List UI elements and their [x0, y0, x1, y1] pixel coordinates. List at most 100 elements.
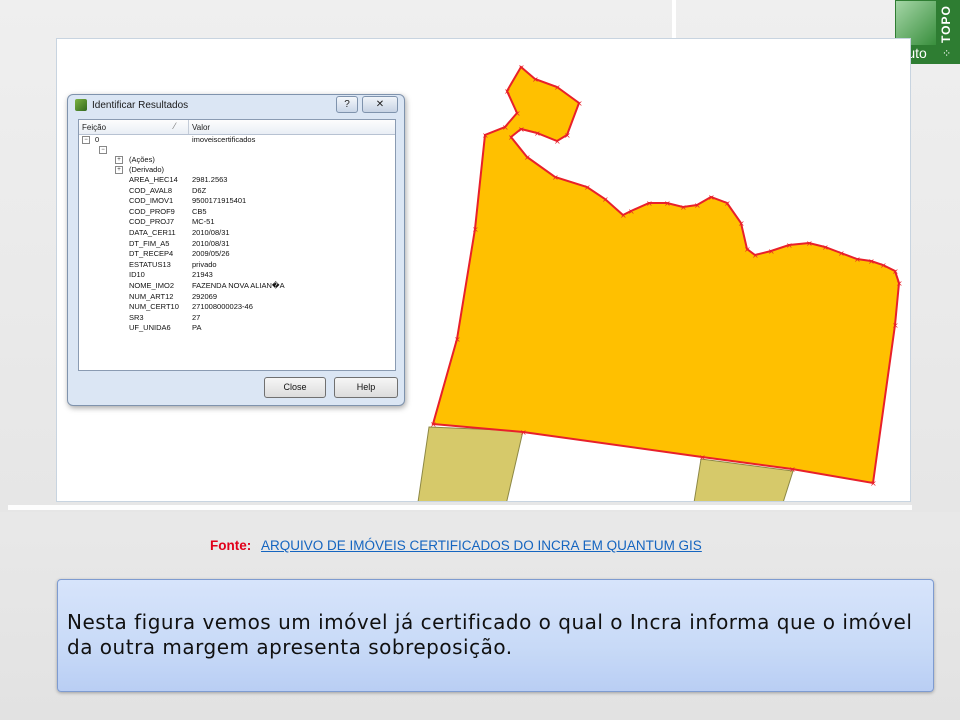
vertex-marker-icon: × [752, 251, 759, 260]
attribute-key: DATA_CER11 [129, 228, 176, 237]
tree-row-feature[interactable]: − [79, 145, 395, 155]
attribute-key: ESTATUS13 [129, 259, 171, 269]
vertex-marker-icon: × [896, 279, 903, 288]
collapse-icon[interactable]: − [99, 146, 107, 154]
vertex-marker-icon: × [870, 479, 877, 488]
tree-row-derived[interactable]: + (Derivado) [79, 165, 395, 175]
vertex-marker-icon: × [524, 153, 531, 162]
attribute-row[interactable]: DT_FIM_A5 2010/08/31 [79, 239, 395, 249]
attribute-row[interactable]: ESTATUS13 privado [79, 260, 395, 270]
attribute-row[interactable]: DATA_CER11 2010/08/31 [79, 228, 395, 238]
vertex-marker-icon: × [724, 199, 731, 208]
source-caption: Fonte: ARQUIVO DE IMÓVEIS CERTIFICADOS D… [210, 538, 702, 553]
expand-icon[interactable]: + [115, 156, 123, 164]
attribute-key: COD_PROF9 [129, 206, 175, 216]
attribute-row[interactable]: UF_UNIDA6 PA [79, 323, 395, 333]
attribute-row[interactable]: NOME_IMO2 FAZENDA NOVA ALIAN�A [79, 281, 395, 291]
vertex-marker-icon: × [514, 109, 521, 118]
vertex-marker-icon: × [744, 245, 751, 254]
attribute-value: 2010/08/31 [192, 228, 230, 237]
dialog-title: Identificar Resultados [92, 100, 189, 111]
attribute-value: MC-51 [192, 217, 215, 227]
vertex-marker-icon: × [552, 173, 559, 182]
column-separator[interactable] [188, 120, 189, 134]
close-title-button[interactable]: ✕ [362, 96, 398, 113]
vertex-marker-icon: × [694, 201, 701, 210]
tree-row-key: (Derivado) [129, 165, 165, 174]
tree-row-actions[interactable]: + (Ações) [79, 155, 395, 165]
vertex-marker-icon: × [554, 83, 561, 92]
column-header-value[interactable]: Valor [192, 123, 210, 132]
expand-icon[interactable]: + [115, 166, 123, 174]
attribute-row[interactable]: DT_RECEP4 2009/05/26 [79, 249, 395, 259]
vertex-marker-icon: × [482, 131, 489, 140]
attribute-value: FAZENDA NOVA ALIAN�A [192, 281, 285, 290]
attribute-value: 292069 [192, 291, 218, 301]
attribute-key: DT_RECEP4 [129, 249, 174, 259]
attribute-value: privado [192, 259, 217, 269]
vertex-marker-icon: × [508, 133, 515, 142]
vertex-marker-icon: × [646, 199, 653, 208]
attribute-row[interactable]: ID10 21943 [79, 270, 395, 280]
vertex-marker-icon: × [822, 243, 829, 252]
attribute-key: DT_FIM_A5 [129, 238, 170, 248]
attribute-value: 27 [192, 312, 201, 322]
attribute-row[interactable]: COD_PROF9 CB5 [79, 207, 395, 217]
attribute-value: 2010/08/31 [192, 238, 230, 248]
attribute-value: D6Z [192, 185, 207, 195]
attribute-row[interactable]: SR3 27 [79, 313, 395, 323]
vertex-marker-icon: × [708, 193, 715, 202]
attribute-key: AREA_HEC14 [129, 175, 178, 184]
sort-indicator-icon: ⁄ [174, 121, 176, 131]
vertex-marker-icon: × [768, 247, 775, 256]
identify-results-dialog[interactable]: Identificar Resultados ? ✕ Feição ⁄ Valo… [67, 94, 405, 406]
attribute-value: 271008000023-46 [192, 302, 253, 312]
tree-header: Feição ⁄ Valor [79, 120, 395, 135]
vertex-marker-icon: × [584, 183, 591, 192]
vertex-marker-icon: × [868, 257, 875, 266]
vertex-marker-icon: × [738, 219, 745, 228]
attribute-row[interactable]: NUM_ART12 292069 [79, 292, 395, 302]
vertex-marker-icon: × [502, 123, 509, 132]
attribute-key: UF_UNIDA6 [129, 323, 171, 333]
attribute-row[interactable]: COD_PROJ7 MC-51 [79, 217, 395, 227]
source-link[interactable]: ARQUIVO DE IMÓVEIS CERTIFICADOS DO INCRA… [261, 538, 702, 553]
attribute-row[interactable]: COD_IMOV1 9500171915401 [79, 196, 395, 206]
vertex-marker-icon: × [680, 203, 687, 212]
note-box: Nesta figura vemos um imóvel já certific… [57, 579, 934, 692]
vertex-marker-icon: × [854, 255, 861, 264]
collapse-icon[interactable]: − [82, 136, 90, 144]
attribute-value: 9500171915401 [192, 196, 247, 206]
note-text: Nesta figura vemos um imóvel já certific… [67, 610, 913, 659]
help-title-button[interactable]: ? [336, 96, 358, 113]
close-button[interactable]: Close [264, 377, 326, 398]
attribute-row[interactable]: COD_AVAL8 D6Z [79, 186, 395, 196]
attribute-value: 21943 [192, 270, 213, 280]
help-button[interactable]: Help [334, 377, 398, 398]
vertex-marker-icon: × [628, 207, 635, 216]
divider [8, 505, 912, 510]
qgis-icon [75, 99, 87, 111]
neighbor-parcel-left[interactable] [417, 426, 524, 502]
tree-row-key: 0 [95, 135, 100, 144]
vertex-marker-icon: × [534, 129, 541, 138]
attribute-value: CB5 [192, 206, 207, 216]
tree-row-key: (Ações) [129, 155, 155, 164]
vertex-marker-icon: × [806, 239, 813, 248]
logo-word-topo: TOPO [939, 5, 953, 43]
attribute-key: COD_PROJ7 [129, 217, 175, 227]
tree-row-root[interactable]: − 0 imoveiscertificados [79, 135, 395, 145]
attribute-value: 2009/05/26 [192, 249, 230, 259]
results-tree[interactable]: Feição ⁄ Valor − 0 imoveiscertificados −… [78, 119, 396, 371]
vertex-marker-icon: × [892, 321, 899, 330]
attribute-key: NUM_ART12 [129, 291, 174, 301]
attribute-key: COD_AVAL8 [129, 185, 173, 195]
attribute-key: NUM_CERT10 [129, 302, 179, 312]
vertex-marker-icon: × [838, 249, 845, 258]
attribute-row[interactable]: NUM_CERT10 271008000023-46 [79, 302, 395, 312]
column-header-feature[interactable]: Feição [82, 123, 106, 132]
vertex-marker-icon: × [504, 87, 511, 96]
attribute-row[interactable]: AREA_HEC14 2981.2563 [79, 175, 395, 185]
vertex-marker-icon: × [518, 125, 525, 134]
vertex-marker-icon: × [518, 63, 525, 72]
